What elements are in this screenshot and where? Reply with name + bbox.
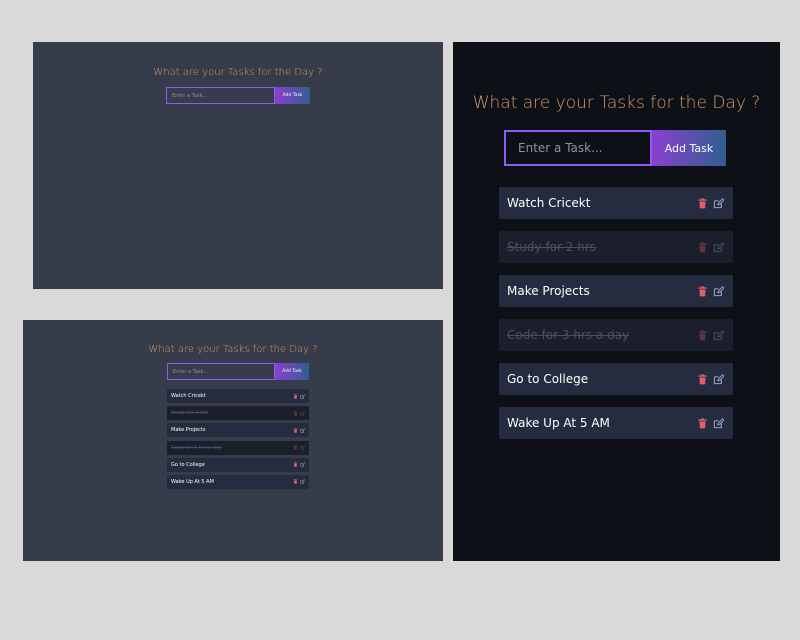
task-actions [293,479,305,485]
task-actions [697,417,724,429]
trash-icon[interactable] [293,479,298,485]
task-text[interactable]: Code for 3 hrs a day [507,328,629,342]
add-task-form: Add Task [167,363,309,380]
trash-icon[interactable] [293,462,298,467]
add-task-button[interactable]: Add Task [275,363,309,380]
task-actions [697,285,724,297]
task-input[interactable] [504,130,652,166]
edit-icon[interactable] [300,445,305,450]
task-item: Go to College [167,457,309,472]
task-actions [293,427,305,433]
edit-icon[interactable] [300,462,305,467]
todo-app-list-large: What are your Tasks for the Day ? Add Ta… [453,42,780,561]
trash-icon[interactable] [697,241,708,253]
task-actions [293,445,305,450]
page-title: What are your Tasks for the Day ? [148,344,318,355]
task-input[interactable] [167,363,275,380]
task-item: Go to College [499,363,733,395]
trash-icon[interactable] [697,285,708,297]
trash-icon[interactable] [293,393,298,399]
task-actions [697,241,724,253]
task-actions [293,393,305,399]
edit-icon[interactable] [300,393,305,399]
task-item: Study for 2 hrs [167,406,309,421]
task-text[interactable]: Study for 2 hrs [171,410,208,416]
task-list: Watch Cricekt Study for 2 hrs Make Project… [499,187,733,451]
trash-icon[interactable] [697,329,708,341]
edit-icon[interactable] [300,479,305,485]
edit-icon[interactable] [300,410,305,416]
page-title: What are your Tasks for the Day ? [472,93,761,113]
edit-icon[interactable] [713,329,724,341]
task-item: Study for 2 hrs [499,231,733,263]
task-actions [293,410,305,416]
task-text[interactable]: Wake Up At 5 AM [507,416,610,430]
add-task-button[interactable]: Add Task [275,87,310,104]
add-task-form: Add Task [504,130,726,166]
task-list: Watch Cricekt Study for 2 hrs Make Project… [167,389,309,492]
task-text[interactable]: Wake Up At 5 AM [171,479,214,485]
task-item: Make Projects [499,275,733,307]
task-text[interactable]: Watch Cricekt [171,393,206,399]
edit-icon[interactable] [713,197,724,209]
task-item: Wake Up At 5 AM [499,407,733,439]
task-text[interactable]: Watch Cricekt [507,196,590,210]
page-title: What are your Tasks for the Day ? [153,67,323,78]
task-item: Watch Cricekt [499,187,733,219]
trash-icon[interactable] [293,410,298,416]
task-actions [697,197,724,209]
edit-icon[interactable] [300,427,305,433]
trash-icon[interactable] [697,373,708,385]
task-item: Watch Cricekt [167,389,309,403]
trash-icon[interactable] [293,428,298,433]
task-actions [293,462,305,467]
task-actions [697,329,724,341]
edit-icon[interactable] [713,373,724,385]
task-item: Code for 3 hrs a day [499,319,733,351]
todo-app-empty-preview: What are your Tasks for the Day ? Add Ta… [33,42,443,289]
task-item: Wake Up At 5 AM [167,474,309,489]
task-text[interactable]: Study for 2 hrs [507,240,596,254]
trash-icon[interactable] [697,197,708,209]
add-task-button[interactable]: Add Task [652,130,726,166]
add-task-form: Add Task [166,87,310,104]
task-text[interactable]: Go to College [171,462,205,468]
task-text[interactable]: Make Projects [171,427,205,433]
task-input[interactable] [166,87,275,104]
todo-app-list-preview: What are your Tasks for the Day ? Add Ta… [23,320,443,561]
edit-icon[interactable] [713,241,724,253]
task-text[interactable]: Go to College [507,372,588,386]
trash-icon[interactable] [697,417,708,429]
edit-icon[interactable] [713,285,724,297]
task-text[interactable]: Make Projects [507,284,590,298]
trash-icon[interactable] [293,445,298,450]
task-item: Make Projects [167,423,309,438]
task-item: Code for 3 hrs a day [167,440,309,455]
edit-icon[interactable] [713,417,724,429]
task-text[interactable]: Code for 3 hrs a day [171,445,222,451]
task-actions [697,373,724,385]
